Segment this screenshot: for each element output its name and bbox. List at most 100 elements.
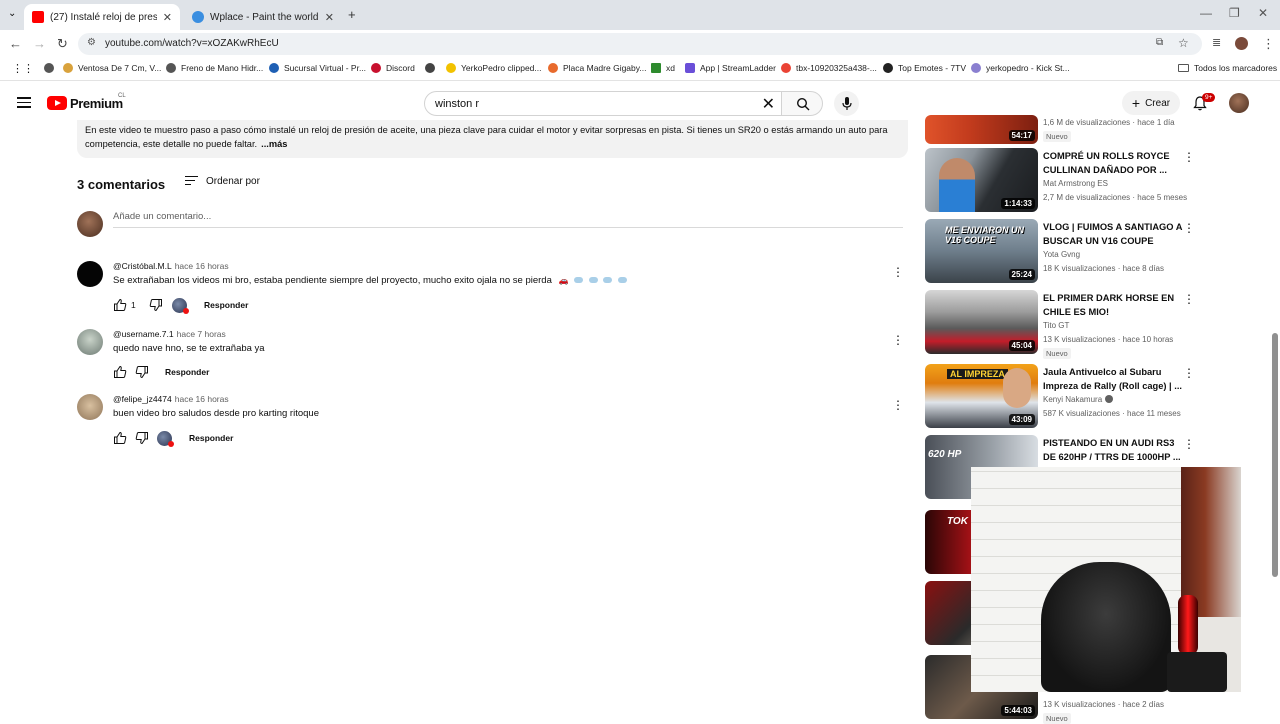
comment-thread: @felipe_jz4474 hace 16 horas buen video b…: [77, 394, 907, 447]
video-description[interactable]: En este video te muestro paso a paso cóm…: [77, 120, 908, 158]
video-kebab-icon[interactable]: ⋮: [1183, 221, 1195, 235]
like-icon[interactable]: [113, 365, 127, 379]
close-tab-icon[interactable]: ✕: [325, 11, 334, 24]
bookmark-item[interactable]: YerkoPedro clipped...: [446, 63, 542, 73]
bookmark-item[interactable]: Freno de Mano Hidr...: [166, 63, 263, 73]
like-icon[interactable]: [113, 298, 127, 312]
comment-author[interactable]: @username.7.1: [113, 329, 174, 339]
bookmark-item[interactable]: Top Emotes - 7TV: [883, 63, 966, 73]
address-bar[interactable]: ⚙ youtube.com/watch?v=xOZAKwRhEcU ⧉ ☆: [78, 33, 1202, 55]
url-text: youtube.com/watch?v=xOZAKwRhEcU: [105, 38, 279, 49]
new-tab-button[interactable]: +: [348, 7, 356, 22]
video-thumbnail[interactable]: AL IMPREZA 43:09: [925, 364, 1038, 428]
comment-time[interactable]: hace 7 horas: [177, 329, 226, 339]
profile-avatar[interactable]: [1235, 37, 1248, 50]
channel-name[interactable]: Tito GT: [1043, 321, 1069, 330]
close-tab-icon[interactable]: ✕: [163, 11, 172, 24]
comment-time[interactable]: hace 16 horas: [175, 394, 229, 404]
comment-kebab-icon[interactable]: ⋮: [892, 265, 904, 279]
site-info-icon[interactable]: ⚙: [87, 37, 96, 48]
apps-grid-icon[interactable]: ⋮⋮: [12, 62, 34, 75]
voice-search-button[interactable]: [834, 91, 859, 116]
youtube-premium-wordmark[interactable]: Premium: [70, 96, 123, 111]
restore-icon[interactable]: ❐: [1229, 6, 1240, 20]
related-video[interactable]: 45:04 EL PRIMER DARK HORSE EN CHILE ES M…: [925, 290, 1195, 359]
comment-author[interactable]: @Cristóbal.M.L: [113, 261, 172, 271]
clear-search-icon[interactable]: ✕: [762, 94, 775, 114]
reply-button[interactable]: Responder: [165, 367, 209, 377]
bookmark-item[interactable]: Discord: [371, 63, 415, 73]
video-kebab-icon[interactable]: ⋮: [1183, 437, 1195, 451]
page-scrollbar-thumb[interactable]: [1272, 333, 1278, 577]
kebab-menu-icon[interactable]: ⋮: [1262, 36, 1275, 52]
bookmark-item[interactable]: xd: [651, 63, 675, 73]
forward-arrow-icon[interactable]: →: [33, 36, 46, 51]
back-arrow-icon[interactable]: ←: [9, 36, 22, 51]
bookmarks-bar: ⋮⋮ Ventosa De 7 Cm, V... Freno de Mano H…: [0, 57, 1280, 81]
dislike-icon[interactable]: [149, 298, 163, 312]
hamburger-menu-icon[interactable]: [17, 97, 31, 108]
sort-comments-button[interactable]: Ordenar por: [185, 176, 260, 187]
video-title[interactable]: EL PRIMER DARK HORSE EN CHILE ES MIO!: [1043, 291, 1183, 319]
avatar[interactable]: [77, 394, 103, 420]
video-kebab-icon[interactable]: ⋮: [1183, 366, 1195, 380]
show-more-link[interactable]: ...más: [261, 139, 287, 149]
video-title[interactable]: VLOG | FUIMOS A SANTIAGO A BUSCAR UN V16…: [1043, 220, 1183, 248]
reload-icon[interactable]: ↻: [57, 36, 68, 52]
install-app-icon[interactable]: ⧉: [1156, 37, 1163, 48]
comment-kebab-icon[interactable]: ⋮: [892, 333, 904, 347]
video-title[interactable]: COMPRÉ UN ROLLS ROYCE CULLINAN DAÑADO PO…: [1043, 149, 1183, 177]
channel-name[interactable]: Yota Gvng: [1043, 250, 1080, 259]
channel-name[interactable]: Kenyi Nakamura: [1043, 395, 1114, 404]
video-kebab-icon[interactable]: ⋮: [1183, 292, 1195, 306]
avatar[interactable]: [77, 261, 103, 287]
minimize-icon[interactable]: —: [1200, 6, 1212, 20]
tab-search-icon[interactable]: ⌄: [8, 8, 16, 19]
like-icon[interactable]: [113, 431, 127, 445]
video-title[interactable]: Jaula Antivuelco al Subaru Impreza de Ra…: [1043, 365, 1183, 393]
bookmark-item[interactable]: [425, 63, 440, 73]
video-kebab-icon[interactable]: ⋮: [1183, 150, 1195, 164]
comment-time[interactable]: hace 16 horas: [175, 261, 229, 271]
tab-youtube[interactable]: (27) Instalé reloj de presión de ✕: [24, 4, 180, 30]
video-duration: 54:17: [1008, 130, 1035, 141]
search-input[interactable]: winston r ✕: [424, 91, 782, 116]
dislike-icon[interactable]: [135, 365, 149, 379]
bookmark-item[interactable]: tbx-10920325a438-...: [781, 63, 877, 73]
bookmark-item[interactable]: yerkopedro - Kick St...: [971, 63, 1070, 73]
comment-author[interactable]: @felipe_jz4474: [113, 394, 172, 404]
related-video[interactable]: 1:14:33 COMPRÉ UN ROLLS ROYCE CULLINAN D…: [925, 148, 1195, 214]
bookmark-item[interactable]: Ventosa De 7 Cm, V...: [63, 63, 161, 73]
bookmark-item[interactable]: [44, 63, 59, 73]
close-window-icon[interactable]: ✕: [1258, 6, 1268, 20]
account-avatar[interactable]: [1229, 93, 1249, 113]
webcam-chair: [1041, 562, 1171, 692]
tab-wplace[interactable]: Wplace - Paint the world ✕: [184, 4, 342, 30]
bookmark-label: Ventosa De 7 Cm, V...: [78, 63, 162, 73]
bookmark-star-icon[interactable]: ☆: [1178, 36, 1189, 50]
bookmark-label: xd: [666, 63, 675, 73]
video-thumbnail[interactable]: 54:17: [925, 115, 1038, 144]
video-meta: 2,7 M de visualizaciones · hace 5 meses: [1043, 193, 1188, 202]
bookmark-item[interactable]: Placa Madre Gigaby...: [548, 63, 646, 73]
all-bookmarks-folder[interactable]: Todos los marcadores: [1178, 63, 1277, 73]
youtube-logo-icon[interactable]: [47, 96, 67, 110]
avatar[interactable]: [77, 329, 103, 355]
bookmark-item[interactable]: Sucursal Virtual - Pr...: [269, 63, 366, 73]
reply-button[interactable]: Responder: [189, 433, 233, 443]
bookmark-item[interactable]: App | StreamLadder: [685, 63, 776, 73]
reply-button[interactable]: Responder: [204, 300, 248, 310]
video-thumbnail[interactable]: 45:04: [925, 290, 1038, 354]
comment-kebab-icon[interactable]: ⋮: [892, 398, 904, 412]
media-controls-icon[interactable]: ≣: [1212, 36, 1221, 49]
avatar: [77, 211, 103, 237]
related-video[interactable]: ME ENVIARON UN V16 COUPE 25:24 VLOG | FU…: [925, 219, 1195, 285]
channel-name[interactable]: Mat Armstrong ES: [1043, 179, 1108, 188]
related-video[interactable]: AL IMPREZA 43:09 Jaula Antivuelco al Sub…: [925, 364, 1195, 430]
search-button[interactable]: [781, 91, 823, 116]
video-thumbnail[interactable]: 1:14:33: [925, 148, 1038, 212]
add-comment-input[interactable]: Añade un comentario...: [113, 211, 903, 228]
video-title[interactable]: PISTEANDO EN UN AUDI RS3 DE 620HP / TTRS…: [1043, 436, 1183, 464]
dislike-icon[interactable]: [135, 431, 149, 445]
video-thumbnail[interactable]: ME ENVIARON UN V16 COUPE 25:24: [925, 219, 1038, 283]
